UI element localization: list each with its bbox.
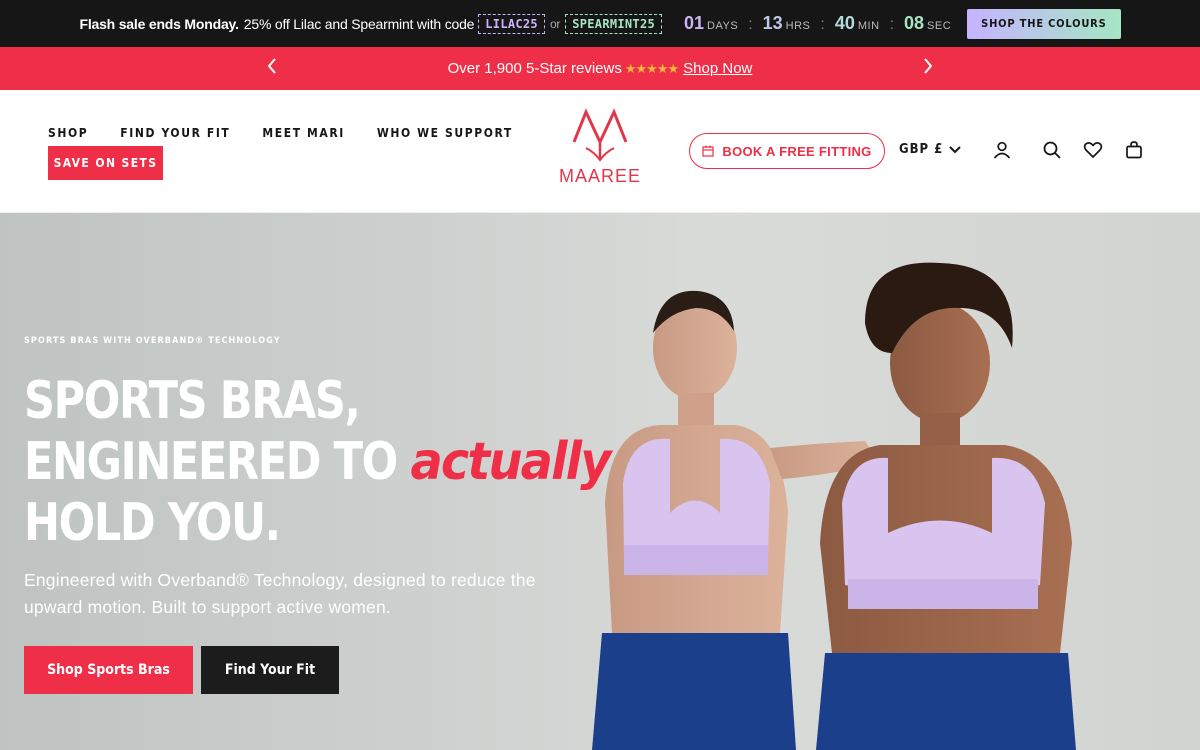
countdown-separator: : bbox=[820, 16, 825, 33]
shop-the-colours-button[interactable]: SHOP THE COLOURS bbox=[967, 8, 1121, 39]
five-star-icon: ★★★★★ bbox=[624, 60, 679, 76]
logo-mark-icon bbox=[572, 108, 628, 162]
hero-title: SPORTS BRAS, ENGINEERED TO actually HOLD… bbox=[24, 371, 611, 554]
hero-eyebrow: SPORTS BRAS WITH OVERBAND® TECHNOLOGY bbox=[24, 336, 281, 346]
countdown-separator: : bbox=[889, 16, 895, 33]
promo-code-spearmint[interactable]: SPEARMINT25 bbox=[565, 13, 663, 34]
countdown-minutes: 40 bbox=[834, 13, 855, 33]
cart-bag-icon[interactable] bbox=[1124, 140, 1144, 160]
announcement-next-arrow-icon[interactable] bbox=[918, 57, 938, 81]
promo-text: Flash sale ends Monday. 25% off Lilac an… bbox=[79, 13, 666, 34]
book-free-fitting-button[interactable]: BOOK A FREE FITTING bbox=[689, 133, 885, 169]
countdown-minutes-label: MIN bbox=[857, 20, 880, 32]
main-nav: SHOP FIND YOUR FIT MEET MARI WHO WE SUPP… bbox=[48, 126, 513, 140]
site-header: SHOP FIND YOUR FIT MEET MARI WHO WE SUPP… bbox=[0, 90, 1200, 213]
hero-subtitle: Engineered with Overband® Technology, de… bbox=[24, 570, 536, 617]
hero-title-accent: actually bbox=[410, 432, 611, 492]
nav-find-your-fit[interactable]: FIND YOUR FIT bbox=[120, 126, 230, 140]
brand-logo[interactable]: MAAREE bbox=[556, 108, 644, 194]
currency-selector[interactable]: GBP £ bbox=[899, 142, 962, 157]
shop-sports-bras-button[interactable]: Shop Sports Bras bbox=[24, 646, 193, 694]
account-icon[interactable] bbox=[992, 140, 1012, 160]
shop-now-link[interactable]: Shop Now bbox=[683, 60, 752, 77]
flash-sale-bar: Flash sale ends Monday. 25% off Lilac an… bbox=[0, 0, 1200, 47]
hero-title-line1: SPORTS BRAS, bbox=[24, 371, 361, 431]
promo-description: 25% off Lilac and Spearmint with code bbox=[243, 15, 475, 32]
logo-wordmark: MAAREE bbox=[558, 166, 642, 186]
calendar-icon bbox=[702, 145, 715, 157]
search-icon[interactable] bbox=[1042, 140, 1062, 160]
countdown-hours: 13 bbox=[762, 13, 783, 33]
nav-meet-mari[interactable]: MEET MARI bbox=[262, 126, 344, 140]
reviews-announcement-bar: Over 1,900 5-Star reviews ★★★★★ Shop Now bbox=[0, 47, 1200, 90]
hero-title-line2: ENGINEERED TO bbox=[24, 432, 398, 492]
countdown-seconds-label: SEC bbox=[927, 20, 952, 32]
hero-title-line3: HOLD YOU. bbox=[24, 493, 281, 553]
fitting-label: BOOK A FREE FITTING bbox=[722, 143, 872, 159]
find-your-fit-button[interactable]: Find Your Fit bbox=[201, 646, 339, 694]
countdown-separator: : bbox=[748, 16, 753, 33]
countdown-seconds: 08 bbox=[904, 13, 925, 33]
currency-label: GBP £ bbox=[899, 142, 944, 157]
wishlist-heart-icon[interactable] bbox=[1083, 140, 1103, 160]
countdown-days: 01 bbox=[684, 13, 705, 33]
chevron-down-icon bbox=[949, 145, 962, 153]
countdown-hours-label: HRS bbox=[785, 20, 811, 32]
announcement-prev-arrow-icon[interactable] bbox=[262, 57, 282, 81]
promo-lead: Flash sale ends Monday. bbox=[79, 15, 239, 32]
countdown-timer: 01 DAYS : 13 HRS : 40 MIN : 08 SEC bbox=[684, 13, 951, 34]
save-on-sets-button[interactable]: SAVE ON SETS bbox=[48, 146, 163, 180]
nav-shop[interactable]: SHOP bbox=[48, 126, 88, 140]
hero-banner: SPORTS BRAS WITH OVERBAND® TECHNOLOGY SP… bbox=[0, 213, 1200, 750]
hero-models-image bbox=[592, 262, 1076, 750]
promo-code-lilac[interactable]: LILAC25 bbox=[478, 13, 545, 34]
promo-or: or bbox=[549, 16, 561, 31]
nav-who-we-support[interactable]: WHO WE SUPPORT bbox=[377, 126, 513, 140]
countdown-days-label: DAYS bbox=[707, 20, 739, 32]
reviews-text: Over 1,900 5-Star reviews bbox=[447, 60, 622, 77]
